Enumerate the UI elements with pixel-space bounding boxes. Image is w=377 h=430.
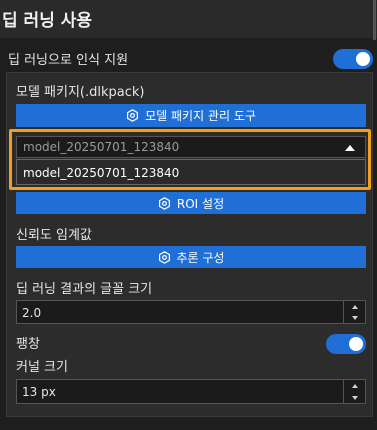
gear-icon <box>127 109 139 122</box>
recognition-toggle[interactable] <box>333 49 373 69</box>
selection-highlight <box>9 129 371 190</box>
kernel-size-spinbox[interactable]: 13 px <box>16 379 366 404</box>
confidence-label: 신뢰도 임계값 <box>16 228 92 243</box>
gear-icon <box>158 250 170 264</box>
font-size-stepper <box>343 301 365 323</box>
dilation-label: 팽창 <box>16 337 40 352</box>
roi-settings-label: ROI 설정 <box>176 196 225 211</box>
kernel-size-label: 커널 크기 <box>16 360 68 375</box>
model-package-label: 모델 패키지(.dlkpack) <box>16 85 145 100</box>
recognition-label: 딥 러닝으로 인식 지원 <box>8 53 129 68</box>
gear-icon <box>158 196 170 210</box>
page-title: 딥 러닝 사용 <box>2 11 93 31</box>
title-bar: 딥 러닝 사용 <box>0 0 377 38</box>
kernel-size-value: 13 px <box>22 385 56 399</box>
scrollbar[interactable] <box>373 0 376 40</box>
font-size-label: 딥 러닝 결과의 글꼴 크기 <box>16 282 153 297</box>
decrement-icon[interactable] <box>352 396 358 400</box>
inference-config-label: 추론 구성 <box>176 250 225 265</box>
roi-settings-button[interactable]: ROI 설정 <box>16 192 366 214</box>
kernel-size-stepper <box>343 380 365 403</box>
manage-model-package-label: 모델 패키지 관리 도구 <box>145 109 256 123</box>
increment-icon[interactable] <box>352 305 358 309</box>
increment-icon[interactable] <box>352 384 358 388</box>
manage-model-package-button[interactable]: 모델 패키지 관리 도구 <box>16 104 366 127</box>
decrement-icon[interactable] <box>352 316 358 320</box>
dilation-toggle[interactable] <box>326 334 366 354</box>
font-size-value: 2.0 <box>22 306 42 320</box>
font-size-spinbox[interactable]: 2.0 <box>16 300 366 324</box>
inference-config-button[interactable]: 추론 구성 <box>16 246 366 268</box>
